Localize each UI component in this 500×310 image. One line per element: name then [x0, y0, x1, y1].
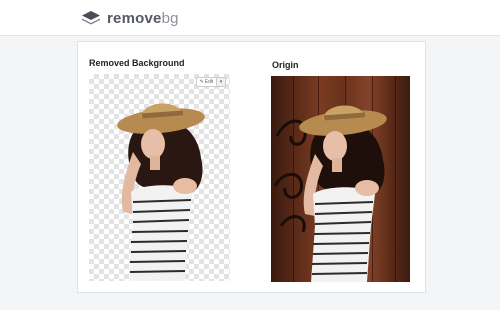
- chevron-down-icon: ▾: [219, 78, 223, 85]
- subject-cutout: [117, 103, 205, 281]
- origin-title: Origin: [272, 60, 299, 70]
- original-image[interactable]: [271, 76, 410, 282]
- top-bar: removebg: [0, 0, 500, 36]
- logo[interactable]: removebg: [81, 9, 179, 27]
- edit-button[interactable]: ✎ Edit: [197, 78, 216, 86]
- pencil-icon: ✎: [199, 78, 204, 85]
- edit-label: Edit: [204, 79, 214, 85]
- edit-dropdown[interactable]: ✎ Edit ▾: [196, 77, 226, 87]
- removed-background-title: Removed Background: [89, 58, 185, 68]
- logo-text: removebg: [107, 9, 179, 27]
- comparison-card: Removed Background Origin ✎ Edit ▾: [77, 41, 426, 293]
- edit-menu-toggle[interactable]: ▾: [216, 78, 225, 86]
- layers-icon: [82, 11, 100, 25]
- removed-background-image[interactable]: ✎ Edit ▾: [89, 74, 230, 281]
- subject-original: [273, 105, 387, 282]
